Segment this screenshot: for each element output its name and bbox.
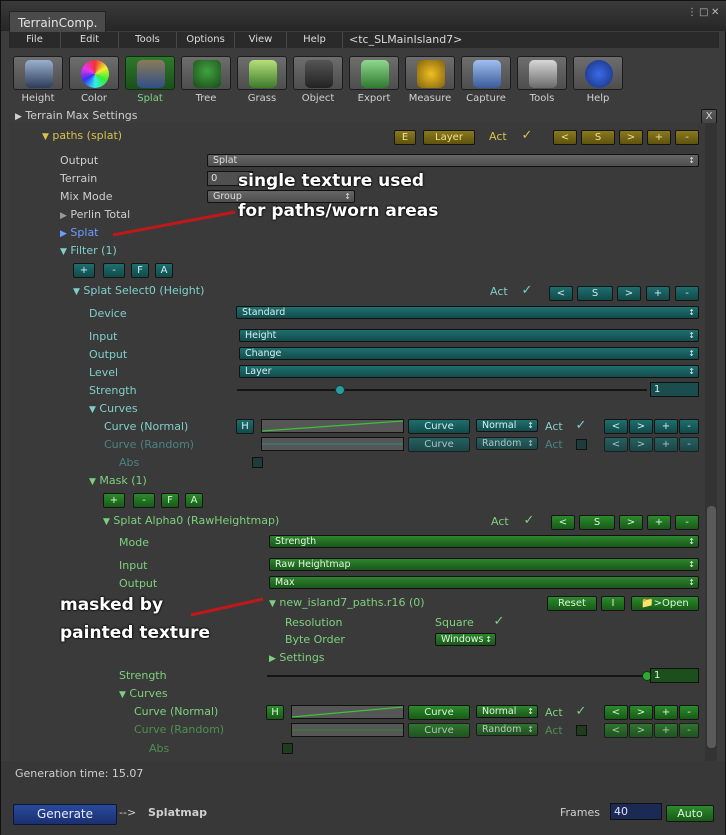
tool-tools-button[interactable]: [517, 56, 567, 90]
terrain-max-settings-toggle[interactable]: ▶ Terrain Max Settings: [15, 109, 138, 122]
tool-measure-button[interactable]: [405, 56, 455, 90]
tool-tools-label: Tools: [529, 93, 555, 104]
frames-field[interactable]: 40: [610, 803, 662, 820]
tool-grass-label: Grass: [247, 93, 277, 104]
tool-splat-button[interactable]: [125, 56, 175, 90]
close-icon[interactable]: ✕: [711, 7, 719, 18]
tree-icon: [193, 60, 221, 88]
tool-capture-label: Capture: [466, 93, 506, 104]
tool-export-label: Export: [357, 93, 391, 104]
grass-icon: [249, 60, 277, 88]
help-icon: [585, 60, 613, 88]
tape-measure-icon: [417, 60, 445, 88]
generation-time: Generation time: 15.07: [15, 767, 144, 780]
maximize-icon[interactable]: □: [699, 7, 708, 18]
tools-icon: [529, 60, 557, 88]
tool-measure-label: Measure: [408, 93, 452, 104]
annotation-arrow-splat: [112, 210, 236, 237]
terrain-name: <tc_SLMainIsland7>: [349, 33, 463, 46]
menu-edit[interactable]: Edit: [61, 32, 119, 48]
splat-icon: [137, 60, 165, 88]
tool-capture-button[interactable]: [461, 56, 511, 90]
menu-file[interactable]: File: [9, 32, 61, 48]
annotation-note-2-line-2: painted texture: [60, 623, 211, 643]
tool-tree-label: Tree: [195, 93, 217, 104]
tool-help-button[interactable]: [573, 56, 623, 90]
terrain-max-settings-label: Terrain Max Settings: [25, 109, 138, 122]
tool-splat-label: Splat: [137, 93, 163, 104]
auto-button[interactable]: Auto: [666, 805, 714, 822]
color-wheel-icon: [81, 60, 109, 88]
main-content: ▼ paths (splat) E Layer Act ✓ < S > + - …: [9, 123, 705, 761]
title-bar: TerrainComp. ⋮ □ ✕: [1, 1, 726, 33]
menu-view[interactable]: View: [235, 32, 287, 48]
tool-export-button[interactable]: [349, 56, 399, 90]
export-icon: [361, 60, 389, 88]
menu-options[interactable]: Options: [177, 32, 235, 48]
tool-help-label: Help: [586, 93, 610, 104]
tool-grass-button[interactable]: [237, 56, 287, 90]
tool-color-button[interactable]: [69, 56, 119, 90]
menu-help[interactable]: Help: [287, 32, 343, 48]
annotation-note-1-line-1: single texture used: [238, 171, 425, 191]
tool-object-button[interactable]: [293, 56, 343, 90]
annotation-note-2-line-1: masked by: [60, 595, 164, 615]
terrain-composer-window: TerrainComp. ⋮ □ ✕ File Edit Tools Optio…: [0, 0, 726, 835]
generate-target: Splatmap: [148, 806, 208, 819]
object-icon: [305, 60, 333, 88]
height-icon: [25, 60, 53, 88]
annotation-note-1-line-2: for paths/worn areas: [238, 201, 439, 221]
bottom-panel: Generation time: 15.07 Generate --> Spla…: [1, 761, 725, 835]
camera-icon: [473, 60, 501, 88]
frames-label: Frames: [560, 806, 601, 819]
annotation-arrow-mask: [190, 597, 264, 617]
tool-height-label: Height: [21, 93, 55, 104]
window-menu-icon[interactable]: ⋮: [687, 7, 697, 18]
close-panel-button[interactable]: X: [701, 109, 717, 124]
tool-object-label: Object: [301, 93, 335, 104]
tool-tree-button[interactable]: [181, 56, 231, 90]
window-tab[interactable]: TerrainComp.: [9, 11, 107, 33]
arrow-text: -->: [119, 806, 137, 819]
tool-height-button[interactable]: [13, 56, 63, 90]
tool-color-label: Color: [80, 93, 108, 104]
menu-tools[interactable]: Tools: [119, 32, 177, 48]
scrollbar-thumb[interactable]: [707, 506, 716, 748]
generate-button[interactable]: Generate: [13, 804, 117, 825]
